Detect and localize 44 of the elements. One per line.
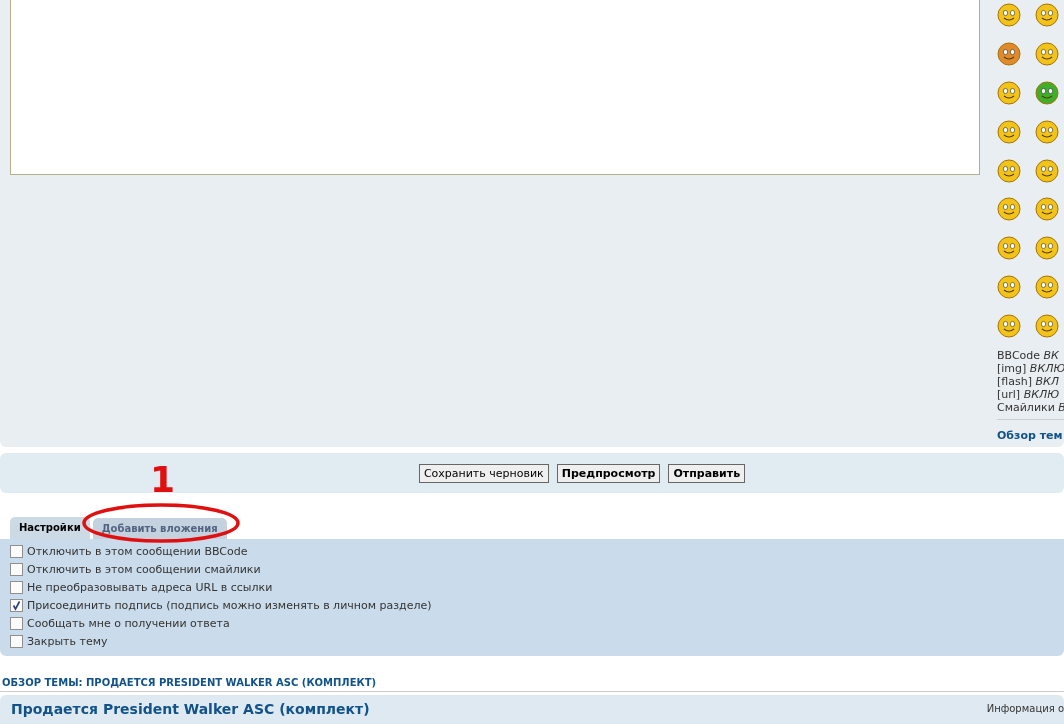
smiley-icon[interactable] bbox=[997, 275, 1021, 300]
smiley-icon[interactable] bbox=[997, 236, 1021, 261]
smiley-icon[interactable] bbox=[1035, 197, 1059, 222]
smiley-icon[interactable] bbox=[1035, 119, 1059, 144]
option-label: Сообщать мне о получении ответа bbox=[27, 616, 230, 630]
section-heading: ОБЗОР ТЕМЫ: ПРОДАЕТСЯ PRESIDENT WALKER ASC (КОМПЛЕКТ) bbox=[1, 677, 377, 688]
tab[interactable]: Добавить вложения bbox=[92, 518, 227, 539]
option-label: Закрыть тему bbox=[27, 634, 108, 648]
smiley-icon[interactable] bbox=[997, 3, 1021, 27]
bbcode-status-text: BBCode ВК bbox=[997, 349, 1060, 362]
checkbox[interactable] bbox=[10, 544, 23, 558]
checkbox[interactable] bbox=[10, 580, 23, 594]
option-label: Не преобразовывать адреса URL в ссылки bbox=[27, 580, 273, 594]
option-label: Отключить в этом сообщении BBCode bbox=[27, 544, 248, 558]
tab[interactable]: Настройки bbox=[10, 517, 90, 539]
smiley-icon[interactable] bbox=[1035, 80, 1059, 105]
smiley-icon[interactable] bbox=[1035, 3, 1059, 27]
checkbox[interactable] bbox=[10, 616, 23, 630]
smiley-icon[interactable] bbox=[997, 80, 1021, 105]
annotation-number: 1 bbox=[150, 459, 176, 500]
smiley-icon[interactable] bbox=[1035, 314, 1059, 339]
smiley-icon[interactable] bbox=[1035, 275, 1059, 300]
topic-title: Продается President Walker ASC (комплект) bbox=[11, 701, 370, 717]
smiley-icon[interactable] bbox=[1035, 236, 1059, 261]
checkbox[interactable] bbox=[10, 562, 23, 576]
checkbox[interactable] bbox=[10, 634, 23, 648]
bbcode-status-text: [url] ВКЛЮ bbox=[997, 388, 1061, 401]
option-label: Присоединить подпись (подпись можно изменять в личном разделе) bbox=[27, 598, 432, 612]
smiley-icon[interactable] bbox=[1035, 158, 1059, 183]
bbcode-status-text: [img] ВКЛЮ bbox=[997, 362, 1064, 375]
smiley-icon[interactable] bbox=[1035, 41, 1059, 66]
form-button[interactable]: Предпросмотр bbox=[556, 463, 661, 483]
smiley-icon[interactable] bbox=[997, 119, 1021, 144]
info-text: Информация о bbox=[986, 702, 1064, 714]
smiley-icon[interactable] bbox=[997, 41, 1021, 66]
smiley-icon[interactable] bbox=[997, 197, 1021, 222]
option-label: Отключить в этом сообщении смайлики bbox=[27, 562, 261, 576]
form-button[interactable]: Отправить bbox=[668, 463, 746, 483]
form-button[interactable]: Сохранить черновик bbox=[418, 463, 549, 483]
smiley-icon[interactable] bbox=[997, 314, 1021, 339]
checkbox[interactable] bbox=[10, 598, 23, 612]
topic-review-link[interactable]: Обзор тем bbox=[997, 429, 1063, 442]
bbcode-status-text: [flash] ВКЛ bbox=[997, 375, 1061, 388]
smiley-icon[interactable] bbox=[997, 158, 1021, 183]
